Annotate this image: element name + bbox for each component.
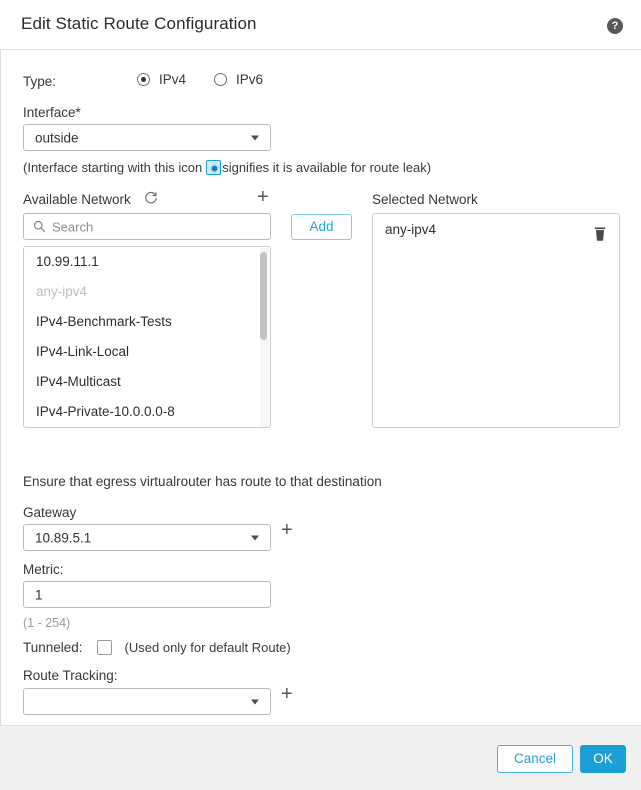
route-leak-hint: (Interface starting with this icon signi… xyxy=(23,160,431,175)
egress-note: Ensure that egress virtualrouter has rou… xyxy=(23,474,382,489)
chevron-down-icon xyxy=(251,135,259,140)
radio-option-ipv6[interactable]: IPv6 xyxy=(214,72,263,87)
interface-value: outside xyxy=(35,130,79,145)
page-title: Edit Static Route Configuration xyxy=(21,14,257,33)
selected-network-list: any-ipv4 xyxy=(372,213,620,428)
metric-range-hint: (1 - 254) xyxy=(23,616,71,630)
metric-label: Metric: xyxy=(23,562,64,577)
add-gateway-plus-icon[interactable]: + xyxy=(281,520,293,540)
interface-label: Interface* xyxy=(23,105,81,120)
list-item: any-ipv4 xyxy=(36,284,88,299)
list-scrollbar-thumb[interactable] xyxy=(260,252,267,340)
route-leak-icon xyxy=(206,160,222,175)
available-network-list[interactable]: 10.99.11.1 any-ipv4 IPv4-Benchmark-Tests… xyxy=(23,246,271,428)
list-item[interactable]: IPv4-Multicast xyxy=(24,367,270,397)
metric-input[interactable]: 1 xyxy=(23,581,271,608)
route-leak-hint-after: signifies it is available for route leak… xyxy=(222,160,432,175)
gateway-label: Gateway xyxy=(23,505,77,520)
add-route-tracking-plus-icon[interactable]: + xyxy=(281,684,293,704)
selected-network-item-label: any-ipv4 xyxy=(385,222,437,237)
dialog-body: Type: IPv4 IPv6 Interface* outside (Inte… xyxy=(0,50,641,725)
search-icon xyxy=(33,220,46,233)
ok-button[interactable]: OK xyxy=(580,745,626,773)
type-radio-group: IPv4 IPv6 xyxy=(137,72,291,87)
list-item: any-ipv4 xyxy=(373,214,619,246)
route-tracking-label: Route Tracking: xyxy=(23,668,118,683)
list-scrollbar[interactable] xyxy=(260,248,269,427)
route-leak-hint-before: (Interface starting with this icon xyxy=(23,160,203,175)
trash-icon[interactable] xyxy=(593,222,607,241)
add-network-plus-icon[interactable]: + xyxy=(257,187,269,207)
list-item[interactable]: IPv4-Benchmark-Tests xyxy=(24,307,270,337)
chevron-down-icon xyxy=(251,699,259,704)
search-placeholder: Search xyxy=(52,219,94,234)
type-label: Type: xyxy=(23,74,57,89)
list-item[interactable]: IPv4-Private-10.0.0.0-8 xyxy=(24,397,270,427)
gateway-select[interactable]: 10.89.5.1 xyxy=(23,524,271,551)
radio-ipv6-icon[interactable] xyxy=(214,73,228,86)
cancel-button[interactable]: Cancel xyxy=(497,745,573,773)
tunneled-note: (Used only for default Route) xyxy=(124,640,291,655)
radio-ipv4-label: IPv4 xyxy=(159,72,187,87)
tunneled-label: Tunneled: xyxy=(23,640,83,655)
chevron-down-icon xyxy=(251,535,259,540)
help-circle-icon[interactable]: ? xyxy=(607,18,623,34)
radio-option-ipv4[interactable]: IPv4 xyxy=(137,72,186,87)
gateway-value: 10.89.5.1 xyxy=(35,530,92,545)
add-button[interactable]: Add xyxy=(291,214,352,240)
tunneled-checkbox[interactable] xyxy=(96,640,112,655)
metric-value: 1 xyxy=(35,587,43,602)
radio-ipv4-icon[interactable] xyxy=(137,73,150,86)
interface-select[interactable]: outside xyxy=(23,124,271,151)
list-item[interactable]: 10.99.11.1 xyxy=(24,247,270,277)
selected-network-label: Selected Network xyxy=(372,192,478,207)
refresh-icon[interactable] xyxy=(144,191,158,205)
radio-ipv6-label: IPv6 xyxy=(236,72,264,87)
available-network-label: Available Network xyxy=(23,192,131,207)
tunneled-row: Tunneled: (Used only for default Route) xyxy=(23,640,291,655)
dialog-header: Edit Static Route Configuration ? xyxy=(0,0,641,50)
edit-static-route-dialog: Edit Static Route Configuration ? Type: … xyxy=(0,0,641,790)
route-tracking-select[interactable] xyxy=(23,688,271,715)
dialog-footer: Cancel OK xyxy=(0,725,641,790)
list-item[interactable]: IPv4-Link-Local xyxy=(24,337,270,367)
search-input[interactable]: Search xyxy=(23,213,271,240)
